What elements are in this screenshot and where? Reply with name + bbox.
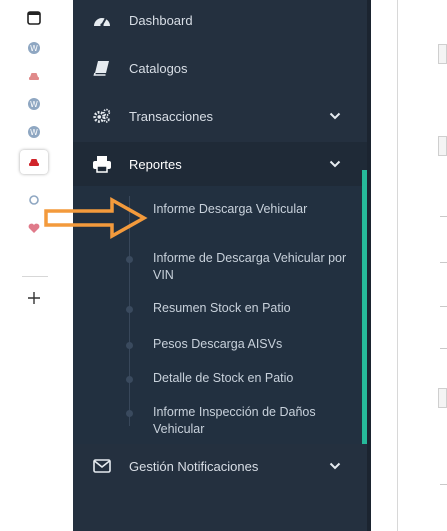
envelope-icon — [92, 457, 112, 475]
submenu-item-detalle-stock-patio[interactable]: Detalle de Stock en Patio — [153, 370, 363, 387]
dashboard-icon — [92, 11, 112, 29]
submenu-item-informe-descarga-vehicular[interactable]: Informe Descarga Vehicular — [153, 201, 363, 218]
submenu-bullet — [126, 410, 133, 417]
svg-text:W: W — [30, 128, 38, 137]
content-divider — [440, 306, 447, 307]
browser-side-strip: W W W — [0, 0, 73, 531]
annotation-arrow-icon — [44, 197, 148, 239]
content-divider — [440, 484, 447, 485]
chevron-down-icon — [329, 112, 341, 120]
sidebar-item-dashboard[interactable]: Dashboard — [73, 0, 369, 40]
content-divider — [440, 348, 447, 349]
wordpress-icon[interactable]: W — [20, 36, 48, 60]
content-divider — [440, 262, 447, 263]
car-icon[interactable] — [20, 64, 48, 88]
printer-icon — [92, 155, 112, 173]
book-icon — [92, 59, 112, 77]
wordpress-icon[interactable]: W — [20, 92, 48, 116]
submenu-bullet — [126, 306, 133, 313]
cogs-icon — [92, 107, 112, 125]
content-box — [438, 136, 447, 156]
plus-icon[interactable] — [20, 286, 48, 310]
sidebar-item-reportes[interactable]: Reportes — [73, 142, 369, 186]
sidebar-item-label: Catalogos — [129, 60, 188, 76]
sidebar: Dashboard Catalogos Transacciones Report… — [73, 0, 371, 531]
submenu-bullet — [126, 376, 133, 383]
submenu-item-informe-inspeccion-danos[interactable]: Informe Inspección de Daños Vehicular — [153, 404, 363, 438]
submenu-item-pesos-descarga-aisvs[interactable]: Pesos Descarga AISVs — [153, 336, 363, 353]
content-divider — [440, 216, 447, 217]
svg-text:W: W — [30, 100, 38, 109]
content-border — [397, 0, 398, 531]
strip-divider — [22, 276, 48, 277]
svg-text:W: W — [30, 44, 38, 53]
sidebar-item-label: Reportes — [129, 156, 182, 172]
submenu-item-resumen-stock-patio[interactable]: Resumen Stock en Patio — [153, 300, 363, 317]
sidebar-item-label: Transacciones — [129, 108, 214, 124]
sidebar-item-catalogos[interactable]: Catalogos — [73, 48, 369, 88]
wordpress-icon[interactable]: W — [20, 120, 48, 144]
submenu-bullet — [126, 256, 133, 263]
sidebar-item-label: Dashboard — [129, 12, 193, 28]
sidebar-item-transacciones[interactable]: Transacciones — [73, 96, 369, 136]
chevron-down-icon — [329, 462, 341, 470]
content-box — [438, 44, 447, 64]
submenu-item-informe-descarga-vin[interactable]: Informe de Descarga Vehicular por VIN — [153, 250, 363, 284]
tab-icon[interactable] — [20, 6, 48, 30]
content-box — [438, 388, 447, 408]
sidebar-item-gestion-notificaciones[interactable]: Gestión Notificaciones — [73, 446, 369, 486]
main-content-area — [371, 0, 447, 531]
submenu-bullet — [126, 342, 133, 349]
sidebar-item-label: Gestión Notificaciones — [129, 458, 259, 474]
car-icon[interactable] — [20, 150, 48, 174]
chevron-down-icon — [329, 160, 341, 168]
